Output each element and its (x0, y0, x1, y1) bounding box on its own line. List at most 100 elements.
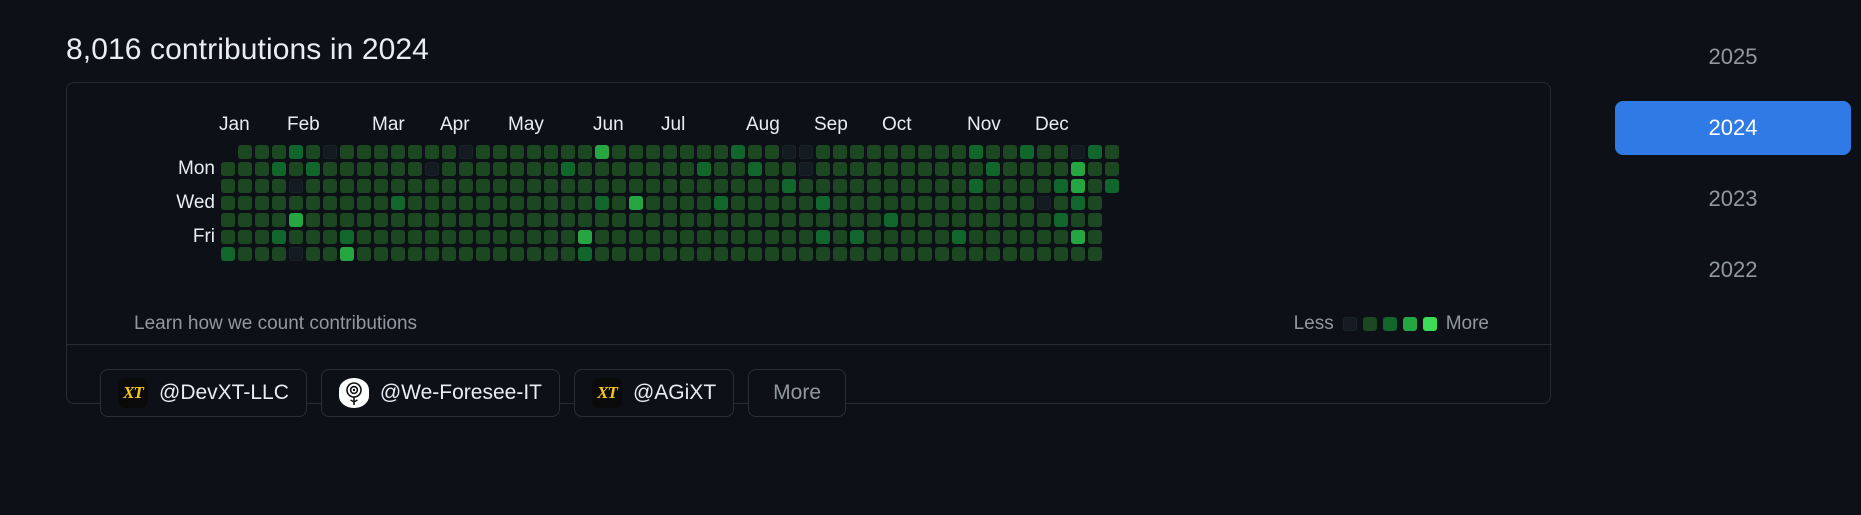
contribution-cell[interactable] (374, 179, 388, 193)
contribution-cell[interactable] (357, 162, 371, 176)
contribution-cell[interactable] (884, 230, 898, 244)
contribution-cell[interactable] (459, 196, 473, 210)
contribution-cell[interactable] (935, 213, 949, 227)
contribution-cell[interactable] (850, 145, 864, 159)
contribution-cell[interactable] (255, 230, 269, 244)
contribution-cell[interactable] (374, 145, 388, 159)
contribution-cell[interactable] (493, 247, 507, 261)
contribution-cell[interactable] (255, 145, 269, 159)
contribution-cell[interactable] (986, 247, 1000, 261)
contribution-cell[interactable] (612, 145, 626, 159)
contribution-cell[interactable] (680, 247, 694, 261)
contribution-cell[interactable] (357, 145, 371, 159)
contribution-cell[interactable] (578, 179, 592, 193)
contribution-cell[interactable] (578, 213, 592, 227)
contribution-cell[interactable] (935, 179, 949, 193)
contribution-cell[interactable] (816, 230, 830, 244)
contribution-cell[interactable] (680, 162, 694, 176)
contribution-cell[interactable] (306, 179, 320, 193)
contribution-cell[interactable] (391, 196, 405, 210)
contribution-cell[interactable] (765, 179, 779, 193)
contribution-cell[interactable] (493, 196, 507, 210)
organization-pill[interactable]: XT@DevXT-LLC (100, 369, 307, 417)
contribution-cell[interactable] (493, 213, 507, 227)
contribution-cell[interactable] (1037, 162, 1051, 176)
contribution-cell[interactable] (493, 145, 507, 159)
contribution-cell[interactable] (1105, 145, 1119, 159)
contribution-cell[interactable] (221, 247, 235, 261)
contribution-cell[interactable] (255, 179, 269, 193)
contribution-cell[interactable] (816, 162, 830, 176)
contribution-cell[interactable] (323, 230, 337, 244)
contribution-cell[interactable] (272, 145, 286, 159)
contribution-cell[interactable] (918, 145, 932, 159)
contribution-cell[interactable] (697, 247, 711, 261)
contribution-cell[interactable] (663, 247, 677, 261)
contribution-cell[interactable] (1020, 230, 1034, 244)
contribution-cell[interactable] (323, 213, 337, 227)
contribution-cell[interactable] (952, 145, 966, 159)
contribution-cell[interactable] (459, 213, 473, 227)
contribution-cell[interactable] (255, 213, 269, 227)
contribution-cell[interactable] (884, 247, 898, 261)
contribution-cell[interactable] (255, 196, 269, 210)
contribution-cell[interactable] (476, 145, 490, 159)
contribution-cell[interactable] (1003, 162, 1017, 176)
contribution-cell[interactable] (986, 213, 1000, 227)
contribution-cell[interactable] (629, 179, 643, 193)
contribution-cell[interactable] (1088, 145, 1102, 159)
contribution-cell[interactable] (425, 145, 439, 159)
contribution-cell[interactable] (1071, 145, 1085, 159)
learn-how-we-count-link[interactable]: Learn how we count contributions (134, 312, 417, 336)
contribution-cell[interactable] (850, 213, 864, 227)
contribution-cell[interactable] (493, 230, 507, 244)
contribution-cell[interactable] (306, 162, 320, 176)
contribution-cell[interactable] (510, 179, 524, 193)
year-button-2023[interactable]: 2023 (1615, 172, 1851, 226)
contribution-cell[interactable] (952, 179, 966, 193)
contribution-cell[interactable] (476, 230, 490, 244)
contribution-cell[interactable] (612, 196, 626, 210)
contribution-cell[interactable] (1054, 230, 1068, 244)
contribution-cell[interactable] (850, 230, 864, 244)
contribution-cell[interactable] (578, 196, 592, 210)
contribution-cell[interactable] (357, 179, 371, 193)
contribution-cell[interactable] (629, 145, 643, 159)
contribution-cell[interactable] (918, 196, 932, 210)
contribution-cell[interactable] (952, 162, 966, 176)
contribution-cell[interactable] (1003, 230, 1017, 244)
contribution-cell[interactable] (561, 247, 575, 261)
contribution-cell[interactable] (731, 162, 745, 176)
contribution-cell[interactable] (289, 145, 303, 159)
contribution-cell[interactable] (391, 247, 405, 261)
contribution-cell[interactable] (527, 145, 541, 159)
contribution-cell[interactable] (901, 213, 915, 227)
contribution-cell[interactable] (612, 213, 626, 227)
contribution-cell[interactable] (901, 162, 915, 176)
contribution-cell[interactable] (1003, 145, 1017, 159)
contribution-cell[interactable] (238, 213, 252, 227)
contribution-cell[interactable] (918, 230, 932, 244)
contribution-cell[interactable] (374, 162, 388, 176)
contribution-cell[interactable] (374, 213, 388, 227)
contribution-cell[interactable] (1071, 247, 1085, 261)
contribution-cell[interactable] (935, 162, 949, 176)
contribution-cell[interactable] (629, 162, 643, 176)
contribution-cell[interactable] (782, 230, 796, 244)
contribution-cell[interactable] (1054, 247, 1068, 261)
contribution-cell[interactable] (595, 230, 609, 244)
contribution-cell[interactable] (765, 213, 779, 227)
contribution-cell[interactable] (629, 213, 643, 227)
contribution-cell[interactable] (561, 145, 575, 159)
contribution-cell[interactable] (714, 230, 728, 244)
contribution-cell[interactable] (357, 247, 371, 261)
contribution-cell[interactable] (901, 179, 915, 193)
contribution-cell[interactable] (527, 247, 541, 261)
contribution-cell[interactable] (663, 230, 677, 244)
contribution-cell[interactable] (816, 196, 830, 210)
contribution-cell[interactable] (391, 230, 405, 244)
contribution-cell[interactable] (238, 230, 252, 244)
contribution-cell[interactable] (561, 162, 575, 176)
contribution-cell[interactable] (833, 213, 847, 227)
contribution-cell[interactable] (272, 247, 286, 261)
